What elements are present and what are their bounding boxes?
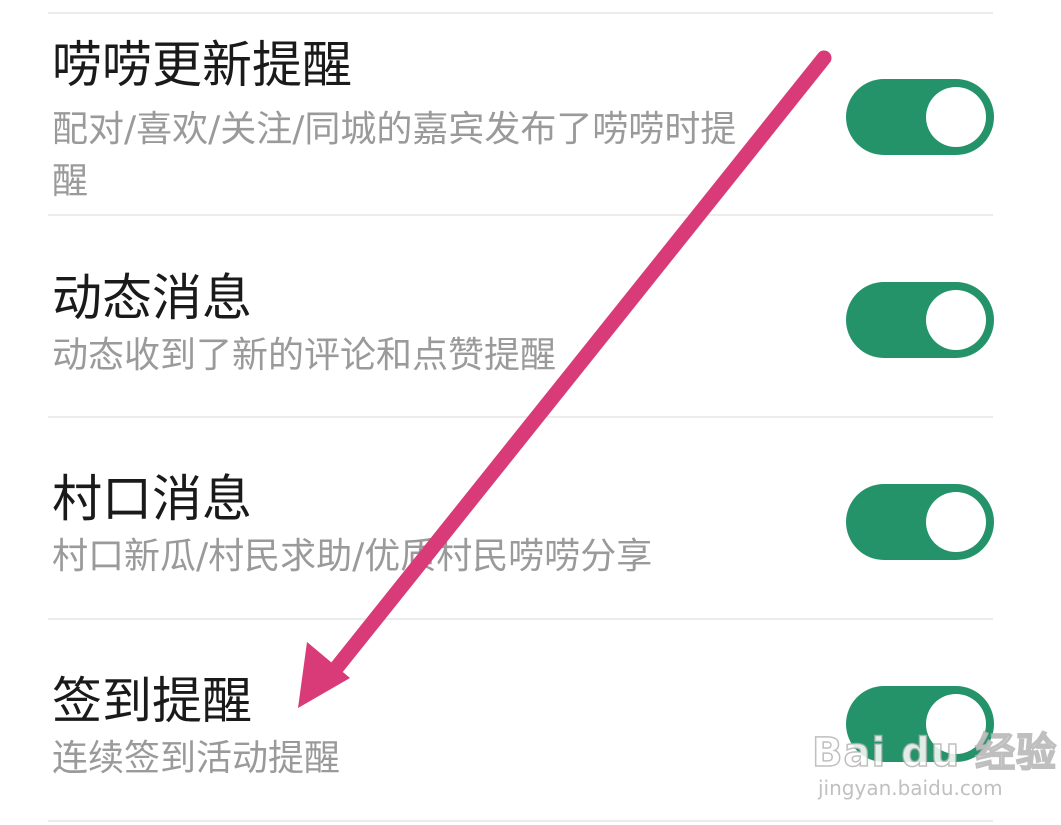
laolao-update-toggle[interactable]: [846, 79, 994, 155]
toggle-knob: [926, 492, 986, 552]
checkin-reminder-toggle[interactable]: [846, 686, 994, 762]
setting-title: 动态消息: [52, 269, 252, 327]
setting-row-laolao-update: 唠唠更新提醒 配对/喜欢/关注/同城的嘉宾发布了唠唠时提醒: [0, 14, 1061, 214]
notification-settings-list: 唠唠更新提醒 配对/喜欢/关注/同城的嘉宾发布了唠唠时提醒 动态消息 动态收到了…: [0, 0, 1061, 825]
setting-description: 连续签到活动提醒: [52, 738, 341, 779]
setting-title: 签到提醒: [52, 672, 252, 730]
divider: [48, 820, 993, 822]
setting-description: 动态收到了新的评论和点赞提醒: [52, 335, 557, 376]
toggle-knob: [926, 694, 986, 754]
setting-description: 配对/喜欢/关注/同城的嘉宾发布了唠唠时提醒: [52, 109, 737, 202]
setting-row-village-message: 村口消息 村口新瓜/村民求助/优质村民唠唠分享: [0, 418, 1061, 618]
toggle-knob: [926, 87, 986, 147]
village-message-toggle[interactable]: [846, 484, 994, 560]
setting-description: 村口新瓜/村民求助/优质村民唠唠分享: [52, 536, 653, 577]
setting-row-checkin-reminder: 签到提醒 连续签到活动提醒: [0, 620, 1061, 820]
dynamic-message-toggle[interactable]: [846, 282, 994, 358]
setting-row-dynamic-message: 动态消息 动态收到了新的评论和点赞提醒: [0, 216, 1061, 416]
setting-title: 唠唠更新提醒: [52, 36, 352, 94]
setting-title: 村口消息: [52, 470, 252, 528]
toggle-knob: [926, 290, 986, 350]
